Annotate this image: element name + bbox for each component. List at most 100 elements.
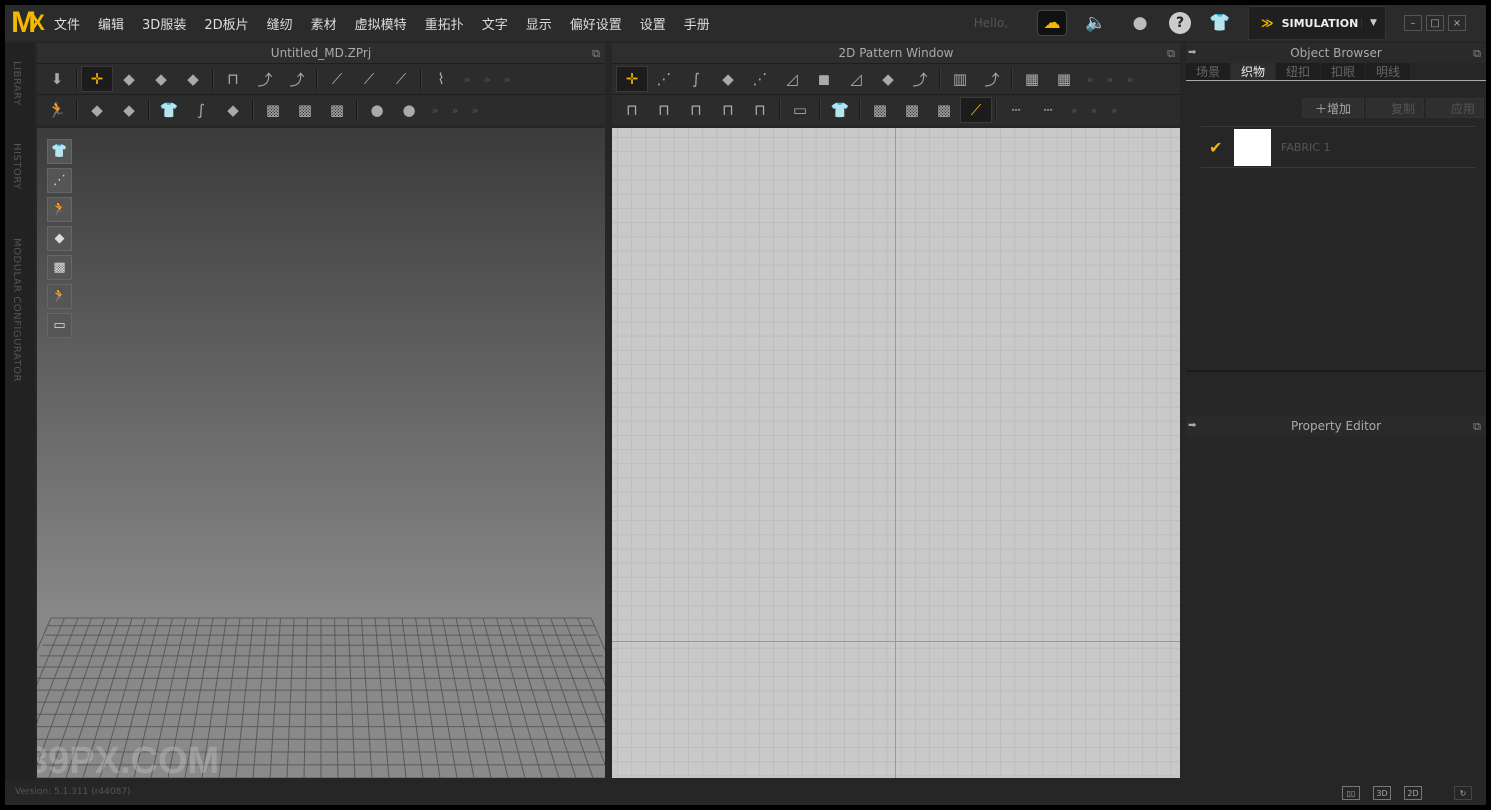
more-tools-icon[interactable]: »	[457, 73, 477, 86]
sewing-length-icon[interactable]: ⊓	[744, 97, 776, 123]
tab-3[interactable]: 扣眼	[1321, 63, 1365, 80]
2d-viewport[interactable]	[612, 128, 1180, 778]
menu-item[interactable]: 设置	[631, 14, 675, 33]
menu-item[interactable]: 偏好设置	[561, 14, 631, 33]
modular-configurator-tab[interactable]: MODULAR CONFIGURATOR	[11, 238, 22, 382]
tab-4[interactable]: 明线	[1366, 63, 1410, 80]
garment-icon[interactable]: 👕	[47, 139, 72, 164]
add-button[interactable]: ＋ 增加	[1302, 98, 1364, 118]
mode-selector[interactable]: ≫ SIMULATION ▼	[1248, 6, 1386, 40]
lay-out-icon[interactable]: ▥	[944, 66, 976, 92]
cloud-icon[interactable]: ☁	[1037, 10, 1067, 36]
select-mesh-icon[interactable]: ◆	[145, 66, 177, 92]
grid-select-icon[interactable]: ▦	[1016, 66, 1048, 92]
fabric-checker-icon[interactable]: ▩	[321, 97, 353, 123]
segment-topstitch-icon[interactable]: ┄	[1032, 97, 1064, 123]
minimize-button[interactable]: –	[1404, 15, 1422, 31]
tab-0[interactable]: 场景	[1186, 63, 1230, 80]
library-tab[interactable]: LIBRARY	[11, 61, 22, 106]
grid-icon[interactable]: ▦	[1048, 66, 1080, 92]
menu-item[interactable]: 虚拟模特	[346, 14, 416, 33]
dock-arrow-icon[interactable]: ➡	[1188, 43, 1196, 63]
add-garment-icon[interactable]: 👕	[1205, 10, 1235, 36]
more-tools-icon[interactable]: »	[1104, 104, 1124, 117]
transform-pattern-2d-icon[interactable]: ✛	[616, 66, 648, 92]
fold-arrange-icon[interactable]: ⤴	[281, 66, 313, 92]
popout-icon[interactable]: ⧉	[1473, 417, 1481, 437]
avatar-head-icon[interactable]: 🏃	[47, 284, 72, 309]
environment-icon[interactable]: ▭	[47, 313, 72, 338]
menu-item[interactable]: 显示	[517, 14, 561, 33]
arrangement-points-icon[interactable]: ⋰	[47, 168, 72, 193]
more-tools-icon[interactable]: »	[497, 73, 517, 86]
garment-2d-icon[interactable]: 👕	[824, 97, 856, 123]
polygon-icon[interactable]: ◿	[776, 66, 808, 92]
popout-icon[interactable]: ⧉	[592, 44, 600, 64]
avatar-icon[interactable]: 🏃	[47, 197, 72, 222]
more-tools-icon[interactable]: »	[465, 104, 485, 117]
more-tools-icon[interactable]: »	[445, 104, 465, 117]
iron-icon[interactable]: ▭	[784, 97, 816, 123]
menu-item[interactable]: 重拓扑	[416, 14, 473, 33]
internal-polygon-icon[interactable]: ◿	[840, 66, 872, 92]
pin-icon[interactable]: ⟋	[321, 66, 353, 92]
refresh-icon[interactable]: ↻	[1454, 786, 1472, 800]
unfold-icon[interactable]: ⤴	[976, 66, 1008, 92]
button-icon[interactable]: ●	[361, 97, 393, 123]
menu-item[interactable]: 2D板片	[195, 14, 257, 33]
edit-pattern-icon[interactable]: ◆	[113, 66, 145, 92]
split-view-icon[interactable]: ▯▯	[1342, 786, 1360, 800]
more-tools-icon[interactable]: »	[1080, 73, 1100, 86]
pin-garment-icon[interactable]: ⟋	[385, 66, 417, 92]
dropdown-icon[interactable]: ▼	[1361, 18, 1385, 28]
curvature-icon[interactable]: ◆	[712, 66, 744, 92]
edit-curve-point-icon[interactable]: ∫	[680, 66, 712, 92]
texture-2d-icon[interactable]: ▩	[864, 97, 896, 123]
more-tools-icon[interactable]: »	[477, 73, 497, 86]
menu-item[interactable]: 文字	[473, 14, 517, 33]
check-sewing-icon[interactable]: ⊓	[712, 97, 744, 123]
2d-view-button[interactable]: 2D	[1404, 786, 1422, 800]
3d-view-button[interactable]: 3D	[1373, 786, 1391, 800]
fold-icon[interactable]: ⤴	[249, 66, 281, 92]
button-solid-icon[interactable]: ●	[393, 97, 425, 123]
menu-item[interactable]: 缝纫	[258, 14, 302, 33]
more-tools-icon[interactable]: »	[1120, 73, 1140, 86]
dock-arrow-icon[interactable]: ➡	[1188, 416, 1196, 436]
transform-pattern-icon[interactable]: ✛	[81, 66, 113, 92]
copy-button[interactable]: 复制	[1366, 98, 1424, 118]
avatar-pose-icon[interactable]: 🏃	[41, 97, 73, 123]
tab-1[interactable]: 织物	[1231, 63, 1275, 80]
add-point-icon[interactable]: ⋰	[744, 66, 776, 92]
menu-item[interactable]: 3D服装	[133, 14, 195, 33]
tuck-sewing-icon[interactable]: ⊓	[680, 97, 712, 123]
tack-icon[interactable]: ⌇	[425, 66, 457, 92]
puckering-icon[interactable]: ◆	[217, 97, 249, 123]
fabric-checker-2d-icon[interactable]: ▩	[928, 97, 960, 123]
popout-icon[interactable]: ⧉	[1167, 44, 1175, 64]
help-icon[interactable]: ?	[1169, 12, 1191, 34]
close-button[interactable]: ×	[1448, 15, 1466, 31]
select-fabric-2d-icon[interactable]: ▩	[896, 97, 928, 123]
simulate-icon[interactable]: ⬇	[41, 66, 73, 92]
fabric-list-item[interactable]: ✔ FABRIC 1	[1201, 126, 1476, 168]
edit-curve-icon[interactable]: ∫	[185, 97, 217, 123]
select-arrangement-icon[interactable]: ◆	[81, 97, 113, 123]
user-icon[interactable]: ●	[1125, 10, 1155, 36]
fabric-icon[interactable]: ▩	[47, 255, 72, 280]
tab-2[interactable]: 纽扣	[1276, 63, 1320, 80]
edit-point-icon[interactable]: ⋰	[648, 66, 680, 92]
history-tab[interactable]: HISTORY	[11, 143, 22, 190]
arrange-brush-icon[interactable]: ◆	[113, 97, 145, 123]
menu-item[interactable]: 手册	[675, 14, 719, 33]
box-select-icon[interactable]: ◆	[177, 66, 209, 92]
trace-icon[interactable]: ◆	[872, 66, 904, 92]
check-icon[interactable]: ✔	[1201, 138, 1234, 157]
measure-garment-icon[interactable]: 👕	[153, 97, 185, 123]
free-sewing-icon[interactable]: ⊓	[648, 97, 680, 123]
segment-sewing-icon[interactable]: ⊓	[616, 97, 648, 123]
more-tools-icon[interactable]: »	[425, 104, 445, 117]
menu-item[interactable]: 文件	[45, 14, 89, 33]
texture-icon[interactable]: ▩	[257, 97, 289, 123]
popout-icon[interactable]: ⧉	[1473, 44, 1481, 64]
